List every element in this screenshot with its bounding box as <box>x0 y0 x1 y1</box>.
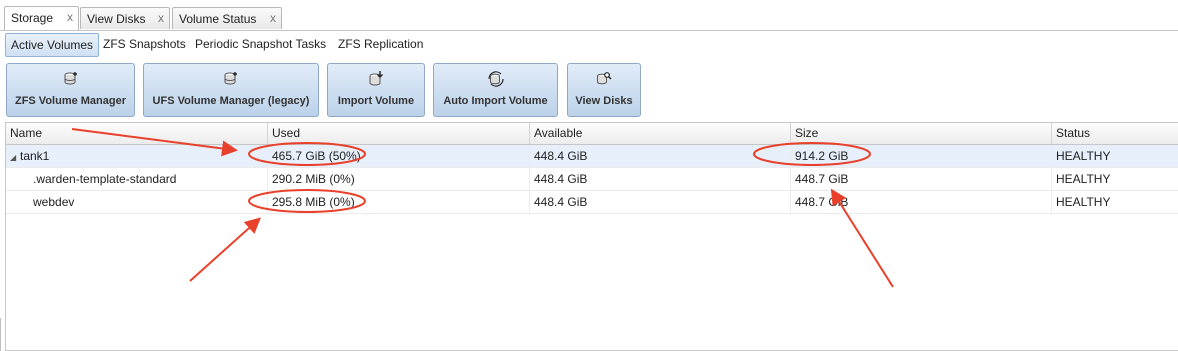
cell-used: 295.8 MiB (0%) <box>268 191 530 213</box>
tab-volume-status[interactable]: Volume Status x <box>172 7 282 29</box>
database-search-icon <box>597 72 612 85</box>
tab-storage[interactable]: Storage x <box>4 6 79 31</box>
expand-triangle-icon[interactable]: ◢ <box>10 147 20 169</box>
zfs-volume-manager-button[interactable]: ZFS Volume Manager <box>6 63 135 117</box>
tab-volume-status-label: Volume Status <box>179 12 257 26</box>
cell-size: 448.7 GiB <box>791 168 1052 190</box>
cell-name: ◢ tank1 <box>6 145 268 167</box>
database-refresh-icon <box>487 71 504 87</box>
import-volume-label: Import Volume <box>337 95 415 107</box>
close-icon[interactable]: x <box>67 10 73 24</box>
cell-status: HEALTHY <box>1056 172 1111 186</box>
cell-name: webdev <box>6 191 268 213</box>
column-header-status[interactable]: Status <box>1052 123 1178 144</box>
tab-view-disks-label: View Disks <box>87 12 146 26</box>
cell-status: HEALTHY <box>1056 195 1111 209</box>
tab-bar: Storage x View Disks x Volume Status x <box>0 0 1178 31</box>
view-disks-label: View Disks <box>575 95 633 107</box>
cell-status: HEALTHY <box>1056 149 1111 163</box>
tab-view-disks[interactable]: View Disks x <box>80 7 170 29</box>
ufs-volume-manager-button[interactable]: UFS Volume Manager (legacy) <box>143 63 319 117</box>
volume-name: tank1 <box>20 149 50 163</box>
table-row[interactable]: webdev 295.8 MiB (0%) 448.4 GiB 448.7 Gi… <box>6 191 1178 214</box>
cell-name: .warden-template-standard <box>6 168 268 190</box>
column-header-used[interactable]: Used <box>268 123 530 144</box>
table-row[interactable]: .warden-template-standard 290.2 MiB (0%)… <box>6 168 1178 191</box>
import-volume-button[interactable]: Import Volume <box>327 63 425 117</box>
subnav-zfs-replication[interactable]: ZFS Replication <box>333 33 428 55</box>
zfs-volume-manager-label: ZFS Volume Manager <box>14 95 127 107</box>
cell-used: 465.7 GiB (50%) <box>268 145 530 167</box>
scroll-edge <box>0 318 4 351</box>
close-icon[interactable]: x <box>158 11 164 25</box>
subnav-periodic-snapshot-tasks[interactable]: Periodic Snapshot Tasks <box>190 33 331 55</box>
view-disks-button[interactable]: View Disks <box>567 63 641 117</box>
close-icon[interactable]: x <box>270 11 276 25</box>
cell-used: 290.2 MiB (0%) <box>268 168 530 190</box>
cell-size: 914.2 GiB <box>791 145 1052 167</box>
grid-header: Name Used Available Size Status <box>6 123 1178 145</box>
table-row[interactable]: ◢ tank1 465.7 GiB (50%) 448.4 GiB 914.2 G… <box>6 145 1178 168</box>
auto-import-volume-label: Auto Import Volume <box>443 95 548 107</box>
cell-available: 448.4 GiB <box>530 145 791 167</box>
active-volumes-grid: Name Used Available Size Status ◢ tank1 4… <box>5 122 1178 351</box>
column-header-size[interactable]: Size <box>791 123 1052 144</box>
column-header-name[interactable]: Name <box>6 123 268 144</box>
tab-divider <box>0 30 1178 31</box>
column-header-available[interactable]: Available <box>530 123 791 144</box>
tab-storage-label: Storage <box>11 11 54 25</box>
database-import-icon <box>369 71 383 86</box>
ufs-volume-manager-label: UFS Volume Manager (legacy) <box>152 95 310 107</box>
auto-import-volume-button[interactable]: Auto Import Volume <box>433 63 558 117</box>
cell-available: 448.4 GiB <box>530 191 791 213</box>
cell-size: 448.7 GiB <box>791 191 1052 213</box>
cell-available: 448.4 GiB <box>530 168 791 190</box>
subnav-zfs-snapshots[interactable]: ZFS Snapshots <box>98 33 191 55</box>
subnav-active-volumes[interactable]: Active Volumes <box>5 33 100 57</box>
database-add-icon <box>224 72 237 85</box>
database-add-icon <box>64 72 77 85</box>
